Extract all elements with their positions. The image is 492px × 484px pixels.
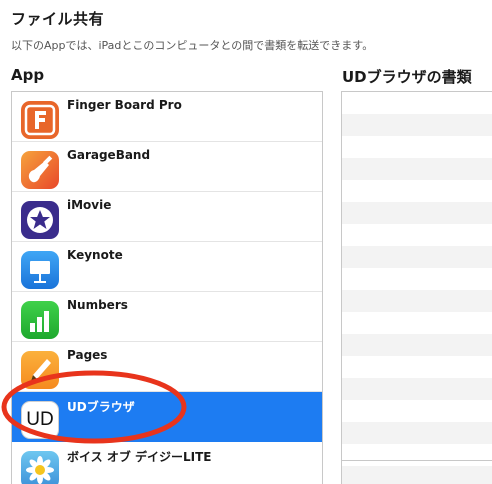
app-name: Finger Board Pro [67, 98, 182, 112]
pages-icon [21, 351, 59, 389]
numbers-icon [21, 301, 59, 339]
app-name: Numbers [67, 298, 128, 312]
app-name: Pages [67, 348, 108, 362]
voice-of-daisy-icon [21, 451, 59, 484]
finger-board-pro-icon [21, 101, 59, 139]
app-item-keynote[interactable]: Keynote [12, 242, 322, 292]
app-item-imovie[interactable]: iMovie [12, 192, 322, 242]
app-item-numbers[interactable]: Numbers [12, 292, 322, 342]
app-name: UDブラウザ [67, 400, 135, 414]
imovie-icon [21, 201, 59, 239]
apps-column-header: App [11, 66, 45, 84]
app-item-voice-of-daisy[interactable]: ボイス オブ デイジーLITE [12, 442, 322, 484]
document-list[interactable] [341, 91, 492, 484]
app-item-pages[interactable]: Pages [12, 342, 322, 392]
ud-icon-text: UD [26, 409, 54, 430]
app-item-ud-browser[interactable]: UD UDブラウザ [12, 392, 322, 442]
page-title: ファイル共有 [11, 10, 105, 28]
app-name: GarageBand [67, 148, 151, 162]
documents-column-header: UDブラウザの書類 [342, 68, 472, 86]
app-name: ボイス オブ デイジーLITE [67, 450, 212, 464]
ud-browser-icon: UD [21, 401, 59, 439]
garageband-icon [21, 151, 59, 189]
app-list[interactable]: Finger Board Pro GarageBand iMovie Keyno… [11, 91, 323, 484]
app-item-garageband[interactable]: GarageBand [12, 142, 322, 192]
app-name: iMovie [67, 198, 112, 212]
document-list-divider [342, 460, 492, 461]
keynote-icon [21, 251, 59, 289]
app-item-finger-board-pro[interactable]: Finger Board Pro [12, 92, 322, 142]
page-subtitle: 以下のAppでは、iPadとこのコンピュータとの間で書類を転送できます。 [11, 39, 374, 52]
app-name: Keynote [67, 248, 123, 262]
